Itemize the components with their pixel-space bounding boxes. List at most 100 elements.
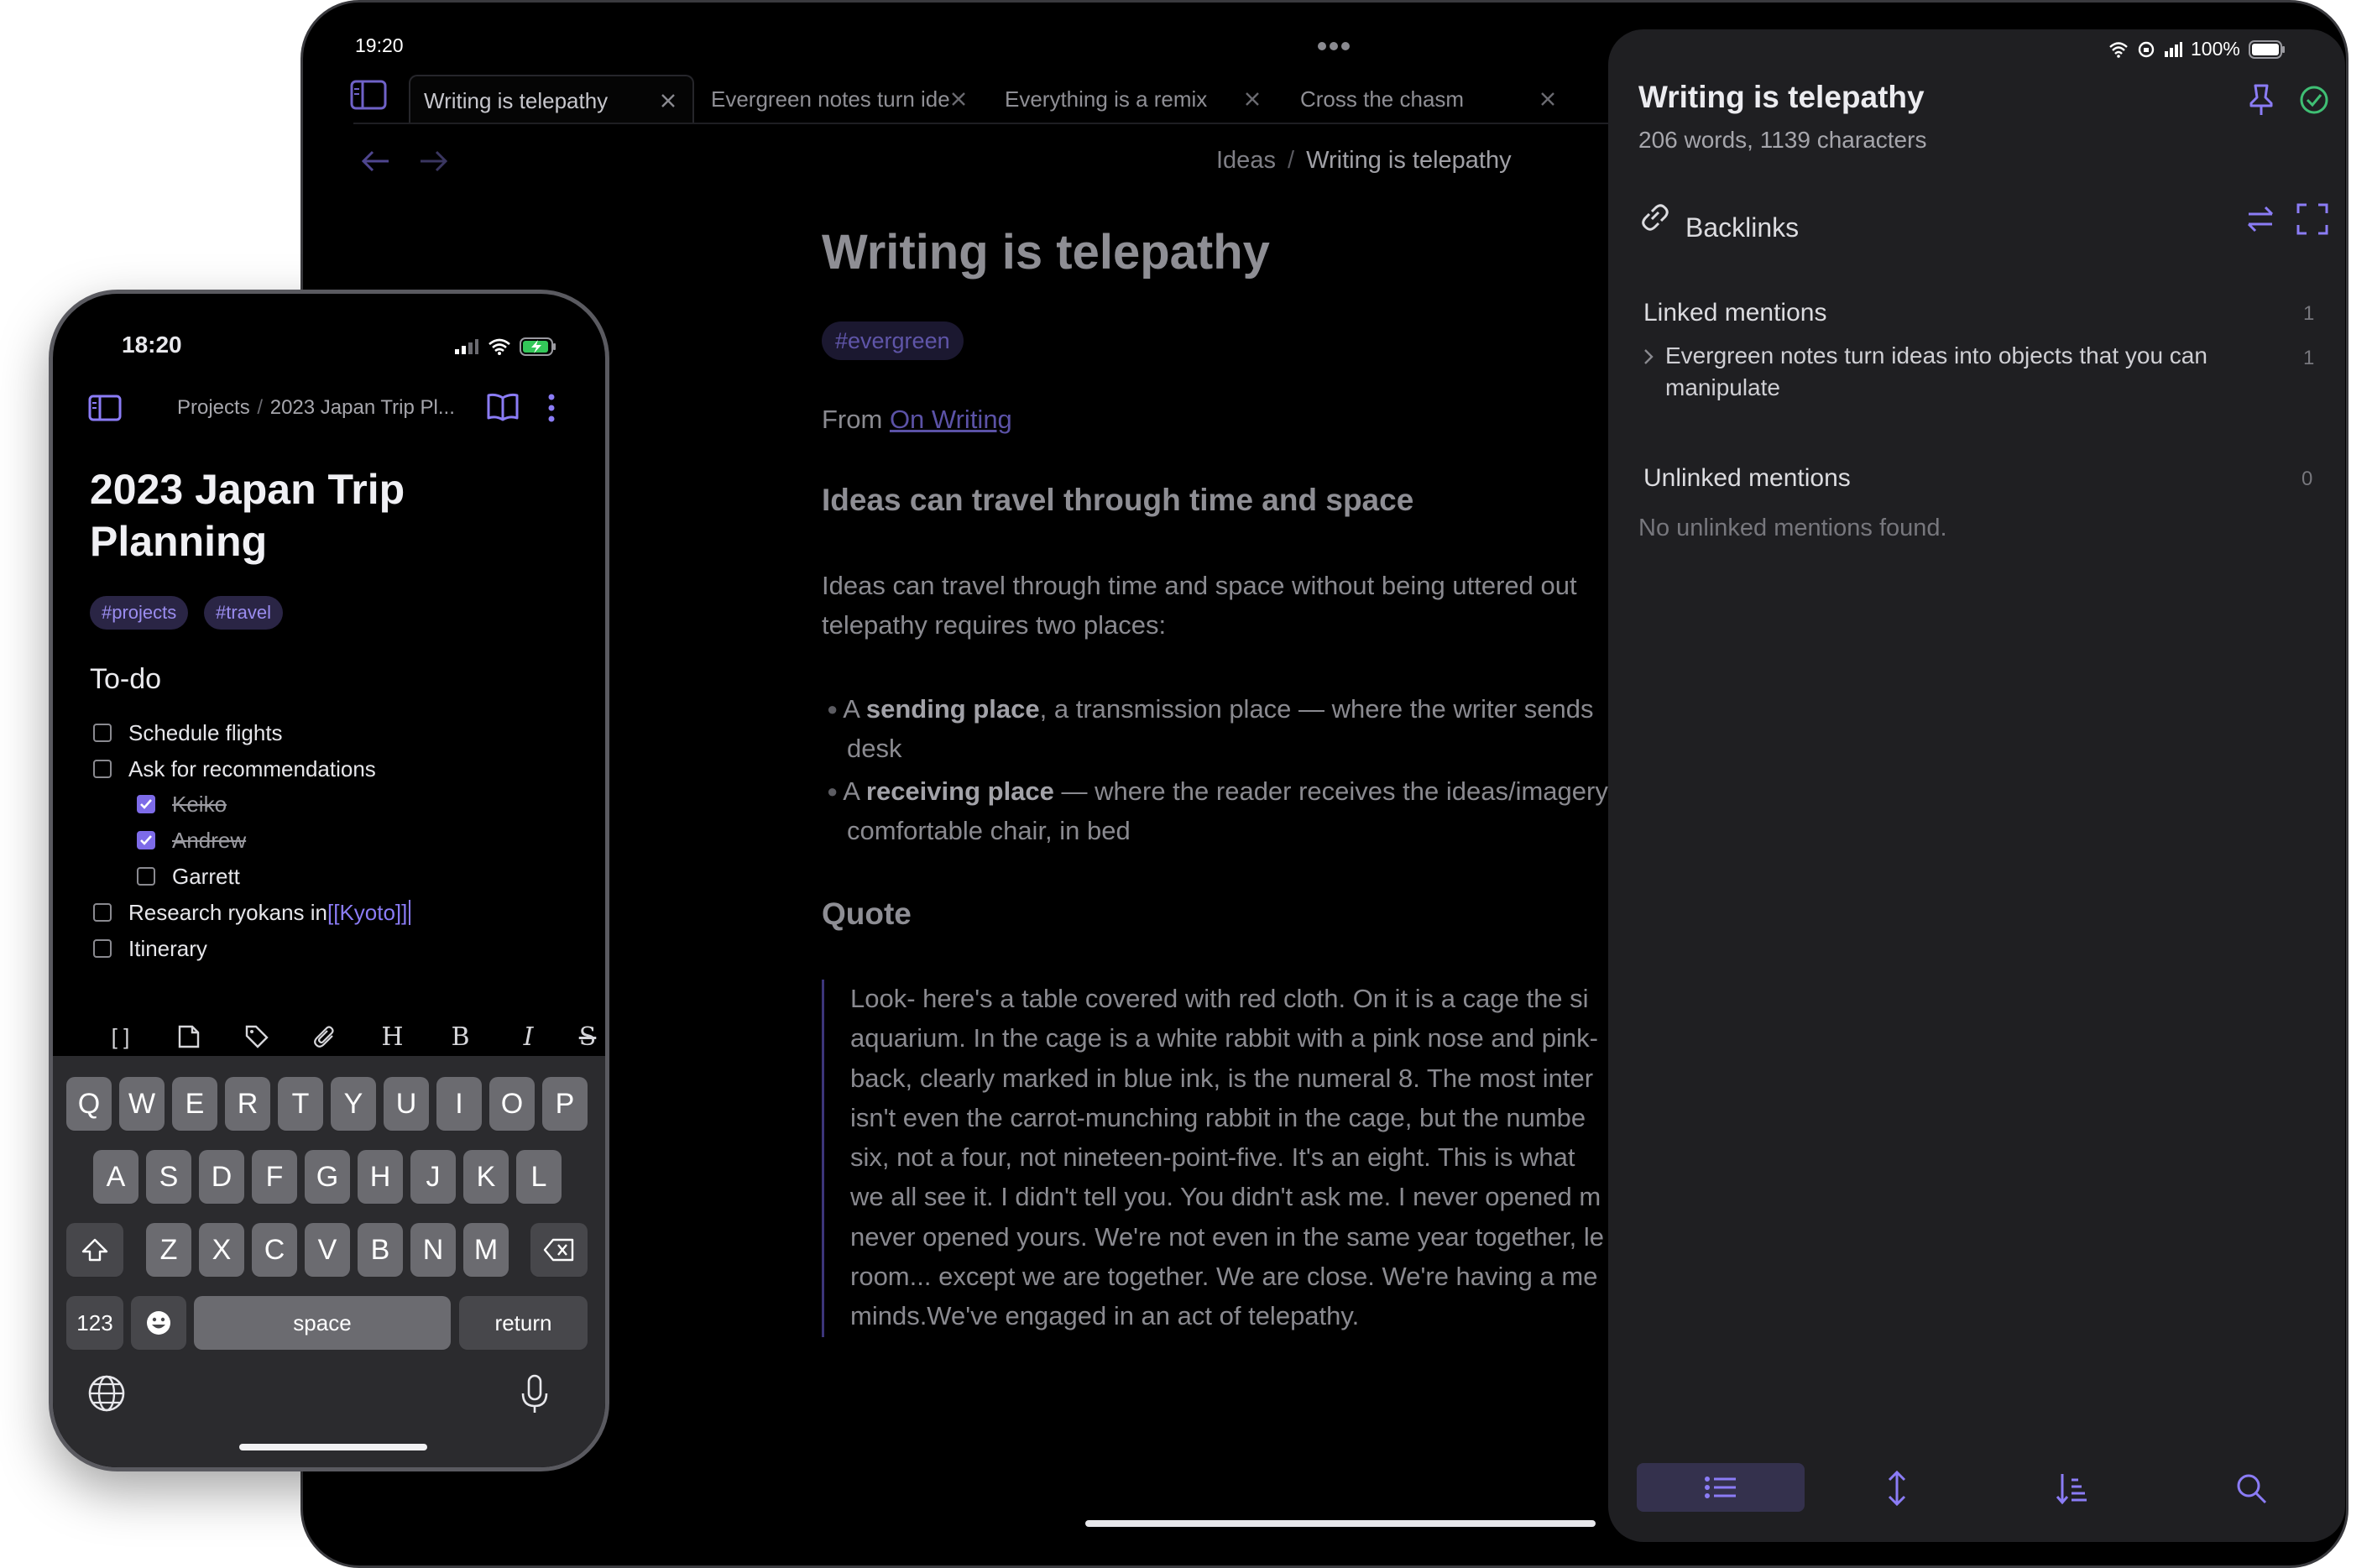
key-c[interactable]: C: [252, 1223, 297, 1277]
key-p[interactable]: P: [542, 1077, 588, 1131]
backlinks-heading: Backlinks: [1685, 212, 1800, 243]
swap-arrows-icon[interactable]: [2244, 202, 2277, 236]
todo-item[interactable]: Garrett: [137, 860, 240, 893]
key-s[interactable]: S: [146, 1150, 191, 1204]
linked-mention-item[interactable]: Evergreen notes turn ideas into objects …: [1665, 340, 2207, 404]
globe-icon[interactable]: [86, 1373, 127, 1414]
key-m[interactable]: M: [463, 1223, 509, 1277]
collapse-expand-icon[interactable]: [1885, 1470, 1909, 1507]
on-writing-link[interactable]: On Writing: [890, 405, 1012, 434]
shift-key[interactable]: [66, 1223, 123, 1277]
todo-item[interactable]: Keiko: [137, 787, 227, 821]
key-z[interactable]: Z: [146, 1223, 191, 1277]
tab-writing-is-telepathy[interactable]: Writing is telepathy: [409, 75, 694, 123]
close-icon[interactable]: [1240, 75, 1265, 123]
todo-item[interactable]: Research ryokans in [[Kyoto]]: [93, 896, 411, 929]
strikethrough-icon[interactable]: S: [562, 1022, 605, 1052]
linked-mentions-label[interactable]: Linked mentions: [1643, 299, 1826, 327]
key-e[interactable]: E: [172, 1077, 217, 1131]
chevron-right-icon[interactable]: [1642, 347, 1655, 367]
key-n[interactable]: N: [410, 1223, 456, 1277]
check-circle-icon[interactable]: [2299, 85, 2329, 115]
close-icon[interactable]: [656, 76, 681, 123]
todo-item[interactable]: Andrew: [137, 823, 246, 857]
checkbox[interactable]: [137, 867, 155, 886]
checkbox[interactable]: [93, 903, 112, 922]
key-u[interactable]: U: [384, 1077, 429, 1131]
space-key[interactable]: space: [194, 1296, 451, 1350]
todo-item[interactable]: Schedule flights: [93, 716, 283, 750]
tag-projects[interactable]: #projects: [90, 596, 189, 630]
sidebar-toggle-icon[interactable]: [88, 395, 122, 421]
tab-cross-the-chasm[interactable]: Cross the chasm: [1287, 75, 1572, 123]
key-g[interactable]: G: [305, 1150, 350, 1204]
key-j[interactable]: J: [410, 1150, 456, 1204]
checkbox[interactable]: [93, 760, 112, 778]
tag-icon[interactable]: [222, 1024, 290, 1049]
key-b[interactable]: B: [358, 1223, 403, 1277]
back-arrow-icon[interactable]: [360, 149, 390, 174]
unlinked-mentions-count: 0: [2301, 468, 2313, 490]
unlinked-mentions-label[interactable]: Unlinked mentions: [1643, 464, 1851, 493]
tag-travel[interactable]: #travel: [204, 596, 284, 630]
quote-line: Look- here's a table covered with red cl…: [850, 984, 1589, 1013]
expand-icon[interactable]: [2296, 202, 2329, 236]
kyoto-link[interactable]: [[Kyoto]]: [327, 900, 407, 926]
more-dots-icon[interactable]: [1317, 41, 1351, 51]
key-x[interactable]: X: [199, 1223, 244, 1277]
key-o[interactable]: O: [489, 1077, 535, 1131]
heading-icon[interactable]: H: [358, 1022, 426, 1052]
key-f[interactable]: F: [252, 1150, 297, 1204]
breadcrumb-folder[interactable]: Projects: [177, 396, 250, 419]
key-r[interactable]: R: [225, 1077, 270, 1131]
bold-icon[interactable]: B: [426, 1022, 494, 1052]
todo-item[interactable]: Itinerary: [93, 932, 207, 965]
checkbox-checked[interactable]: [137, 795, 155, 813]
todo-heading: To-do: [90, 663, 162, 695]
key-w[interactable]: W: [119, 1077, 165, 1131]
close-icon[interactable]: [1535, 75, 1560, 123]
key-h[interactable]: H: [358, 1150, 403, 1204]
search-icon[interactable]: [2234, 1471, 2268, 1505]
attachment-icon[interactable]: [290, 1024, 358, 1049]
pin-icon[interactable]: [2247, 83, 2275, 117]
list-view-button[interactable]: [1637, 1463, 1805, 1512]
quote-line: never opened yours. We're not even in th…: [850, 1221, 1605, 1252]
microphone-icon[interactable]: [518, 1373, 551, 1415]
key-i[interactable]: I: [436, 1077, 482, 1131]
checkbox[interactable]: [93, 724, 112, 742]
emoji-key[interactable]: [131, 1296, 186, 1350]
checkbox[interactable]: [93, 939, 112, 958]
return-key[interactable]: return: [459, 1296, 588, 1350]
key-l[interactable]: L: [516, 1150, 562, 1204]
home-indicator[interactable]: [239, 1444, 427, 1450]
delete-key[interactable]: [530, 1223, 588, 1277]
close-icon[interactable]: [946, 75, 971, 123]
reading-view-icon[interactable]: [486, 393, 520, 421]
key-y[interactable]: Y: [331, 1077, 376, 1131]
home-indicator[interactable]: [1085, 1520, 1596, 1527]
breadcrumb-folder[interactable]: Ideas: [1216, 147, 1276, 174]
key-a[interactable]: A: [93, 1150, 138, 1204]
key-v[interactable]: V: [305, 1223, 350, 1277]
todo-item[interactable]: Ask for recommendations: [93, 752, 376, 786]
phone-device: 18:20 Projects / 2023 Japan Trip Pl... 2…: [49, 290, 609, 1471]
more-vertical-icon[interactable]: [546, 393, 556, 423]
tag-evergreen[interactable]: #evergreen: [822, 321, 964, 360]
sidebar-toggle-icon[interactable]: [350, 80, 387, 110]
checkbox-checked[interactable]: [137, 831, 155, 849]
key-k[interactable]: K: [463, 1150, 509, 1204]
tab-everything-is-a-remix[interactable]: Everything is a remix: [991, 75, 1277, 123]
key-q[interactable]: Q: [66, 1077, 112, 1131]
forward-arrow-icon[interactable]: [419, 149, 449, 174]
numbers-key[interactable]: 123: [66, 1296, 123, 1350]
sort-icon[interactable]: [2055, 1471, 2088, 1505]
note-icon[interactable]: [154, 1024, 222, 1049]
key-d[interactable]: D: [199, 1150, 244, 1204]
tab-evergreen-notes[interactable]: Evergreen notes turn ideas into objects: [697, 75, 983, 123]
phone-breadcrumb: Projects / 2023 Japan Trip Pl...: [177, 396, 455, 420]
brackets-icon[interactable]: [ ]: [86, 1024, 154, 1050]
tablet-status-time: 19:20: [355, 34, 404, 56]
italic-icon[interactable]: I: [494, 1022, 562, 1052]
key-t[interactable]: T: [278, 1077, 323, 1131]
